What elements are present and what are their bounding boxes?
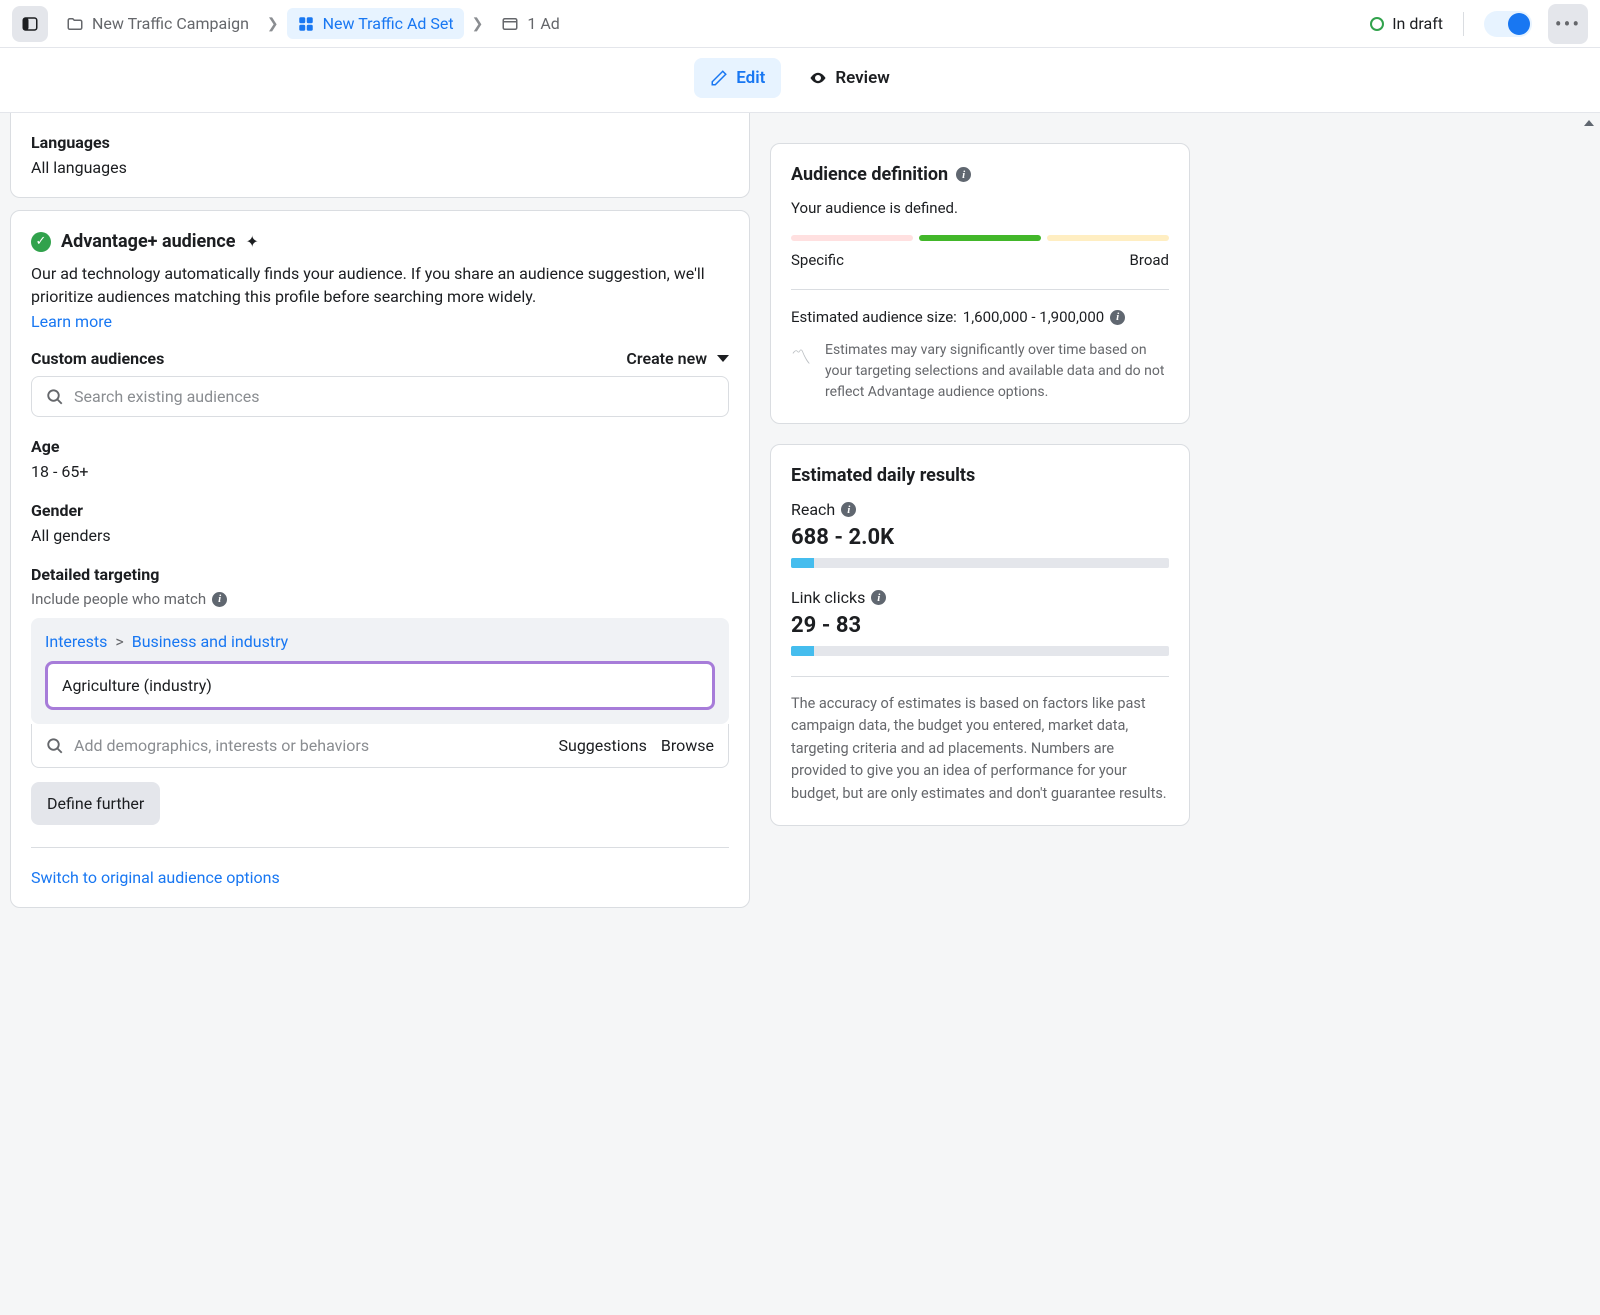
publish-toggle[interactable] [1484, 11, 1532, 37]
ad-icon [501, 15, 519, 33]
eye-icon [809, 69, 827, 87]
info-icon[interactable]: i [1110, 310, 1125, 325]
estimated-size-value: 1,600,000 - 1,900,000 [963, 308, 1104, 326]
tab-review-label: Review [835, 68, 889, 88]
info-icon[interactable]: i [871, 590, 886, 605]
audience-definition-title: Audience definition [791, 164, 948, 185]
age-label: Age [31, 437, 729, 456]
clicks-label: Link clicks [791, 588, 865, 607]
info-icon[interactable]: i [212, 592, 227, 607]
reach-value: 688 - 2.0K [791, 525, 1169, 550]
breadcrumb-adset[interactable]: New Traffic Ad Set [287, 8, 464, 39]
breadcrumb-ad[interactable]: 1 Ad [491, 8, 569, 39]
languages-value: All languages [31, 158, 729, 177]
draft-status: In draft [1370, 14, 1443, 33]
divider [31, 847, 729, 848]
search-audiences-input[interactable] [31, 376, 729, 417]
audience-title: Advantage+ audience [61, 231, 235, 252]
divider [791, 676, 1169, 677]
learn-more-link[interactable]: Learn more [31, 312, 112, 331]
selected-interest-pill[interactable]: Agriculture (industry) [45, 661, 715, 710]
create-new-label: Create new [626, 349, 707, 368]
audience-definition-status: Your audience is defined. [791, 199, 1169, 217]
clicks-bar [791, 646, 1169, 656]
info-icon[interactable]: i [956, 167, 971, 182]
meter-broad-label: Broad [1130, 251, 1169, 269]
pencil-icon [710, 69, 728, 87]
daily-results-card: Estimated daily results Reach i 688 - 2.… [770, 444, 1190, 826]
sparkle-icon: ✦ [245, 232, 258, 251]
detailed-targeting-label: Detailed targeting [31, 565, 729, 584]
grid-icon [297, 15, 315, 33]
browse-button[interactable]: Browse [661, 736, 714, 755]
audience-description: Our ad technology automatically finds yo… [31, 262, 729, 308]
tab-edit[interactable]: Edit [694, 58, 781, 98]
panel-toggle-button[interactable] [12, 6, 48, 42]
languages-label: Languages [31, 133, 729, 152]
more-menu-button[interactable]: ••• [1548, 4, 1588, 44]
breadcrumb-campaign-label: New Traffic Campaign [92, 14, 249, 33]
reach-label: Reach [791, 500, 835, 519]
business-industry-link[interactable]: Business and industry [132, 632, 288, 651]
chevron-right-icon: ❯ [267, 16, 279, 32]
tab-edit-label: Edit [736, 68, 765, 88]
daily-results-title: Estimated daily results [791, 465, 1169, 486]
suggestions-button[interactable]: Suggestions [559, 736, 647, 755]
estimate-note: 〽 Estimates may vary significantly over … [791, 340, 1169, 403]
targeting-breadcrumb: Interests > Business and industry [45, 632, 715, 651]
caret-down-icon [717, 355, 729, 362]
reach-bar [791, 558, 1169, 568]
breadcrumb-campaign[interactable]: New Traffic Campaign [56, 8, 259, 39]
tab-review[interactable]: Review [793, 58, 905, 98]
check-circle-icon: ✓ [31, 232, 51, 252]
include-people-label: Include people who match i [31, 590, 729, 608]
languages-card: Languages All languages [10, 113, 750, 198]
gender-value: All genders [31, 526, 729, 545]
estimated-size-row: Estimated audience size: 1,600,000 - 1,9… [791, 308, 1169, 326]
panel-icon [21, 15, 39, 33]
custom-audiences-label: Custom audiences [31, 349, 164, 368]
breadcrumb-adset-label: New Traffic Ad Set [323, 14, 454, 33]
switch-audience-link[interactable]: Switch to original audience options [31, 868, 729, 887]
add-targeting-input[interactable] [74, 736, 549, 755]
folder-icon [66, 15, 84, 33]
search-icon [46, 388, 64, 406]
trend-icon: 〽 [791, 342, 811, 372]
add-targeting-row: Suggestions Browse [31, 724, 729, 768]
targeting-box: Interests > Business and industry Agricu… [31, 618, 729, 724]
audience-card: ✓ Advantage+ audience ✦ Our ad technolog… [10, 210, 750, 908]
audience-meter [791, 235, 1169, 241]
collapse-caret-icon[interactable] [1584, 120, 1594, 126]
chevron-right-icon: ❯ [472, 16, 484, 32]
accuracy-note: The accuracy of estimates is based on fa… [791, 693, 1169, 805]
divider [791, 289, 1169, 290]
info-icon[interactable]: i [841, 502, 856, 517]
breadcrumb-ad-label: 1 Ad [527, 14, 559, 33]
tabs-row: Edit Review [0, 48, 1600, 113]
age-value: 18 - 65+ [31, 462, 729, 481]
gender-label: Gender [31, 501, 729, 520]
audience-definition-card: Audience definition i Your audience is d… [770, 143, 1190, 424]
top-bar: New Traffic Campaign ❯ New Traffic Ad Se… [0, 0, 1600, 48]
divider [1463, 12, 1464, 36]
clicks-value: 29 - 83 [791, 613, 1169, 638]
create-new-dropdown[interactable]: Create new [626, 349, 729, 368]
interests-link[interactable]: Interests [45, 632, 107, 651]
status-text: In draft [1392, 14, 1443, 33]
define-further-button[interactable]: Define further [31, 782, 160, 825]
search-icon [46, 737, 64, 755]
status-dot-icon [1370, 17, 1384, 31]
meter-specific-label: Specific [791, 251, 844, 269]
search-audiences-field[interactable] [74, 387, 714, 406]
